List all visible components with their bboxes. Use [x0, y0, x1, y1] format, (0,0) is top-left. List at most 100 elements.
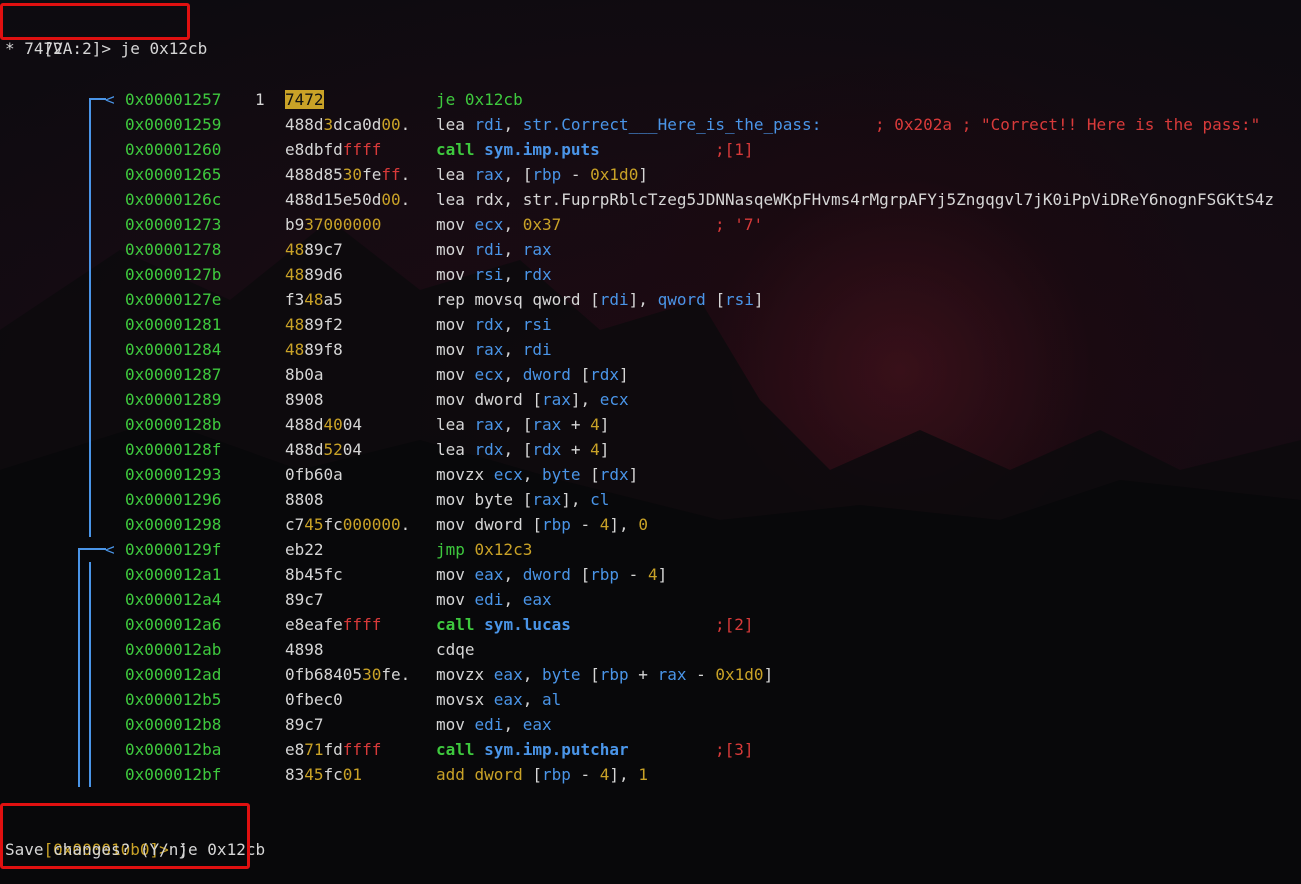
instruction-address[interactable]: 0x000012bf	[125, 762, 221, 787]
byte-segment: 3	[323, 115, 334, 134]
disasm-row[interactable]: 0x00001287 8b0a mov ecx, dword [rdx]	[0, 362, 1301, 387]
disasm-row[interactable]: 0x00001293 0fb60a movzx ecx, byte [rdx]	[0, 462, 1301, 487]
instruction-address[interactable]: 0x000012ad	[125, 662, 221, 687]
instruction-token: mov	[436, 715, 475, 734]
instruction-text: call sym.imp.puts	[436, 137, 600, 162]
instruction-token: sym.imp.puts	[484, 140, 600, 159]
instruction-comment: ; 0x202a ; "Correct!! Here is the pass:"	[875, 115, 1261, 134]
disasm-row[interactable]: 0x000012bf 8345fc01 add dword [rbp - 4], 1	[0, 762, 1301, 787]
instruction-bytes: 8b45fc	[285, 562, 343, 587]
disasm-row[interactable]: 0x000012ba e871fdffff call sym.imp.putchar…	[0, 737, 1301, 762]
instruction-token: je 0x12cb	[436, 90, 523, 109]
instruction-token: , [	[503, 415, 533, 434]
instruction-text: mov dword [rax], ecx	[436, 387, 629, 412]
highlight-box-bottom	[0, 803, 250, 869]
byte-segment: 000000	[342, 515, 401, 534]
instruction-token: 4	[647, 565, 658, 584]
instruction-address[interactable]: 0x000012ab	[125, 637, 221, 662]
byte-segment: ffff	[342, 740, 382, 759]
instruction-text: mov edi, eax	[436, 712, 552, 737]
instruction-address[interactable]: 0x00001257	[125, 87, 221, 112]
instruction-token: 4	[599, 515, 610, 534]
byte-segment: 8b45fc	[285, 565, 343, 584]
disasm-row[interactable]: 0x00001289 8908 mov dword [rax], ecx	[0, 387, 1301, 412]
instruction-address[interactable]: 0x00001287	[125, 362, 221, 387]
byte-segment: fe	[362, 165, 382, 184]
instruction-token: ],	[561, 490, 591, 509]
instruction-text: movzx ecx, byte [rdx]	[436, 462, 638, 487]
instruction-address[interactable]: 0x00001284	[125, 337, 221, 362]
disasm-row[interactable]: 0x00001259 488d3dca0d00. lea rdi, str.Corr…	[0, 112, 1301, 137]
instruction-token: [	[580, 665, 600, 684]
instruction-address[interactable]: 0x00001289	[125, 387, 221, 412]
instruction-text: call sym.lucas	[436, 612, 571, 637]
disasm-row[interactable]: 0x0000127e f348a5 rep movsq qword [rdi], q…	[0, 287, 1301, 312]
terminal-window: [VA:2]> je 0x12cb * 7472 < < 0x00001257 1…	[0, 0, 1301, 884]
disasm-row[interactable]: 0x000012ab 4898 cdqe	[0, 637, 1301, 662]
disasm-row[interactable]: 0x000012ad 0fb6840530fe. movzx eax, byte […	[0, 662, 1301, 687]
byte-segment: 8b0a	[285, 365, 324, 384]
instruction-bytes: 4889c7	[285, 237, 343, 262]
disasm-row[interactable]: 0x0000129f eb22 jmp 0x12c3	[0, 537, 1301, 562]
disasm-row[interactable]: 0x0000128f 488d5204 lea rdx, [rdx + 4]	[0, 437, 1301, 462]
disasm-row[interactable]: 0x000012b5 0fbec0 movsx eax, al	[0, 687, 1301, 712]
instruction-address[interactable]: 0x000012a6	[125, 612, 221, 637]
disasm-row[interactable]: 0x00001265 488d8530feff. lea rax, [rbp - 0…	[0, 162, 1301, 187]
byte-segment: f3	[285, 290, 305, 309]
instruction-bytes: 488d5204	[285, 437, 362, 462]
disasm-row[interactable]: 0x00001257 1 7472 je 0x12cb	[0, 87, 1301, 112]
instruction-token: 0	[638, 515, 648, 534]
instruction-address[interactable]: 0x00001278	[125, 237, 221, 262]
instruction-address[interactable]: 0x0000128f	[125, 437, 221, 462]
instruction-bytes: 7472	[285, 87, 324, 112]
instruction-address[interactable]: 0x000012a1	[125, 562, 221, 587]
instruction-address[interactable]: 0x0000128b	[125, 412, 221, 437]
instruction-token: 1	[638, 765, 648, 784]
instruction-address[interactable]: 0x00001260	[125, 137, 221, 162]
disasm-row[interactable]: 0x000012a4 89c7 mov edi, eax	[0, 587, 1301, 612]
byte-segment: ffff	[342, 615, 382, 634]
instruction-address[interactable]: 0x00001259	[125, 112, 221, 137]
disasm-row[interactable]: 0x000012a1 8b45fc mov eax, dword [rbp - 4]	[0, 562, 1301, 587]
instruction-address[interactable]: 0x00001296	[125, 487, 221, 512]
disasm-row[interactable]: 0x0000127b 4889d6 mov rsi, rdx	[0, 262, 1301, 287]
disasm-row[interactable]: 0x00001284 4889f8 mov rax, rdi	[0, 337, 1301, 362]
instruction-address[interactable]: 0x000012b8	[125, 712, 221, 737]
instruction-comment: ;[2]	[715, 615, 754, 634]
byte-segment: c7	[285, 515, 305, 534]
instruction-text: mov edi, eax	[436, 587, 552, 612]
disasm-row[interactable]: 0x00001296 8808 mov byte [rax], cl	[0, 487, 1301, 512]
instruction-token: eax	[522, 715, 552, 734]
disasm-row[interactable]: 0x00001273 b937000000 mov ecx, 0x37 ; '7'	[0, 212, 1301, 237]
instruction-address[interactable]: 0x000012ba	[125, 737, 221, 762]
instruction-token: +	[561, 415, 591, 434]
instruction-text: mov rsi, rdx	[436, 262, 552, 287]
instruction-address[interactable]: 0x000012b5	[125, 687, 221, 712]
instruction-token: rdx	[532, 440, 562, 459]
disasm-row[interactable]: 0x00001281 4889f2 mov rdx, rsi	[0, 312, 1301, 337]
disasm-row[interactable]: 0x0000126c 488d15e50d00. lea rdx, str.Fupr…	[0, 187, 1301, 212]
instruction-token: byte	[541, 665, 581, 684]
instruction-text: je 0x12cb	[436, 87, 523, 112]
byte-segment: fd	[323, 740, 343, 759]
instruction-text: mov byte [rax], cl	[436, 487, 609, 512]
instruction-address[interactable]: 0x00001298	[125, 512, 221, 537]
instruction-address[interactable]: 0x00001265	[125, 162, 221, 187]
instruction-address[interactable]: 0x0000127e	[125, 287, 221, 312]
disasm-row[interactable]: 0x000012b8 89c7 mov edi, eax	[0, 712, 1301, 737]
instruction-token: ],	[570, 390, 600, 409]
disasm-row[interactable]: 0x00001278 4889c7 mov rdi, rax	[0, 237, 1301, 262]
instruction-token: mov	[436, 565, 475, 584]
instruction-address[interactable]: 0x00001281	[125, 312, 221, 337]
instruction-address[interactable]: 0x0000126c	[125, 187, 221, 212]
disasm-row[interactable]: 0x00001298 c745fc000000. mov dword [rbp - …	[0, 512, 1301, 537]
instruction-address[interactable]: 0x0000129f	[125, 537, 221, 562]
instruction-address[interactable]: 0x00001293	[125, 462, 221, 487]
disasm-row[interactable]: 0x0000128b 488d4004 lea rax, [rax + 4]	[0, 412, 1301, 437]
disasm-row[interactable]: 0x00001260 e8dbfdffff call sym.imp.puts ;[1…	[0, 137, 1301, 162]
disasm-row[interactable]: 0x000012a6 e8eafeffff call sym.lucas ;[2]	[0, 612, 1301, 637]
instruction-token: mov byte [	[436, 490, 533, 509]
instruction-address[interactable]: 0x0000127b	[125, 262, 221, 287]
instruction-address[interactable]: 0x00001273	[125, 212, 221, 237]
instruction-address[interactable]: 0x000012a4	[125, 587, 221, 612]
